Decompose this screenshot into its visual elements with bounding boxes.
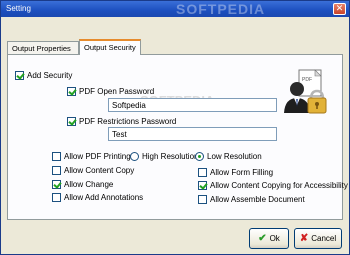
svg-text:PDF: PDF <box>302 77 312 83</box>
high-resolution-radio-button[interactable] <box>130 152 139 161</box>
low-resolution-radio-button[interactable] <box>195 152 204 161</box>
pdf-lock-user-icon: PDF <box>282 67 332 117</box>
checkmark-icon: ✔ <box>258 233 267 244</box>
allow-assemble-document-label: Allow Assemble Document <box>210 195 305 204</box>
allow-content-copy-label: Allow Content Copy <box>64 166 135 175</box>
allow-change-check[interactable] <box>52 180 61 189</box>
allow-form-filling-checkbox[interactable]: Allow Form Filling <box>198 168 273 177</box>
tab-output-properties[interactable]: Output Properties <box>7 41 79 55</box>
ok-button[interactable]: ✔ Ok <box>249 228 289 249</box>
close-icon: ✕ <box>335 4 344 14</box>
low-resolution-radio[interactable]: Low Resolution <box>195 152 262 161</box>
cancel-button[interactable]: ✘ Cancel <box>294 228 342 249</box>
allow-assemble-document-checkbox[interactable]: Allow Assemble Document <box>198 195 305 204</box>
add-security-check[interactable] <box>15 71 24 80</box>
allow-content-copying-accessibility-check[interactable] <box>198 181 207 190</box>
pdf-restrictions-password-check[interactable] <box>67 117 76 126</box>
allow-form-filling-label: Allow Form Filling <box>210 168 274 177</box>
cancel-label: Cancel <box>311 234 337 243</box>
tab-output-security[interactable]: Output Security <box>79 39 141 55</box>
title-bar[interactable]: Setting SOFTPEDIA ✕ <box>1 1 349 17</box>
pdf-open-password-label: PDF Open Password <box>79 87 155 96</box>
allow-content-copying-accessibility-label: Allow Content Copying for Accessibility <box>210 181 348 190</box>
settings-window: Setting SOFTPEDIA ✕ Output Properties Ou… <box>0 0 350 255</box>
allow-pdf-printing-checkbox[interactable]: Allow PDF Printing <box>52 152 131 161</box>
allow-pdf-printing-check[interactable] <box>52 152 61 161</box>
pdf-open-password-field[interactable]: Softpedia <box>108 98 277 112</box>
ok-label: Ok <box>269 234 280 243</box>
low-resolution-label: Low Resolution <box>207 152 262 161</box>
allow-add-annotations-checkbox[interactable]: Allow Add Annotations <box>52 193 143 202</box>
allow-form-filling-check[interactable] <box>198 168 207 177</box>
allow-content-copy-checkbox[interactable]: Allow Content Copy <box>52 166 134 175</box>
allow-assemble-document-check[interactable] <box>198 195 207 204</box>
pdf-open-password-checkbox[interactable]: PDF Open Password <box>67 87 154 96</box>
pdf-open-password-check[interactable] <box>67 87 76 96</box>
allow-add-annotations-check[interactable] <box>52 193 61 202</box>
pdf-restrictions-password-checkbox[interactable]: PDF Restrictions Password <box>67 117 176 126</box>
allow-change-checkbox[interactable]: Allow Change <box>52 180 113 189</box>
high-resolution-label: High Resolution <box>142 152 199 161</box>
watermark: SOFTPEDIA <box>176 1 266 17</box>
allow-pdf-printing-label: Allow PDF Printing <box>64 152 131 161</box>
cross-icon: ✘ <box>299 233 309 244</box>
allow-change-label: Allow Change <box>64 180 114 189</box>
allow-content-copy-check[interactable] <box>52 166 61 175</box>
pdf-restrictions-password-field[interactable]: Test <box>108 127 277 141</box>
add-security-label: Add Security <box>27 71 73 80</box>
close-button[interactable]: ✕ <box>333 3 346 15</box>
window-title: Setting <box>6 4 31 13</box>
allow-content-copying-accessibility-checkbox[interactable]: Allow Content Copying for Accessibility <box>198 181 348 190</box>
allow-add-annotations-label: Allow Add Annotations <box>64 193 144 202</box>
pdf-restrictions-password-label: PDF Restrictions Password <box>79 117 177 126</box>
high-resolution-radio[interactable]: High Resolution <box>130 152 198 161</box>
add-security-checkbox[interactable]: Add Security <box>15 71 72 80</box>
